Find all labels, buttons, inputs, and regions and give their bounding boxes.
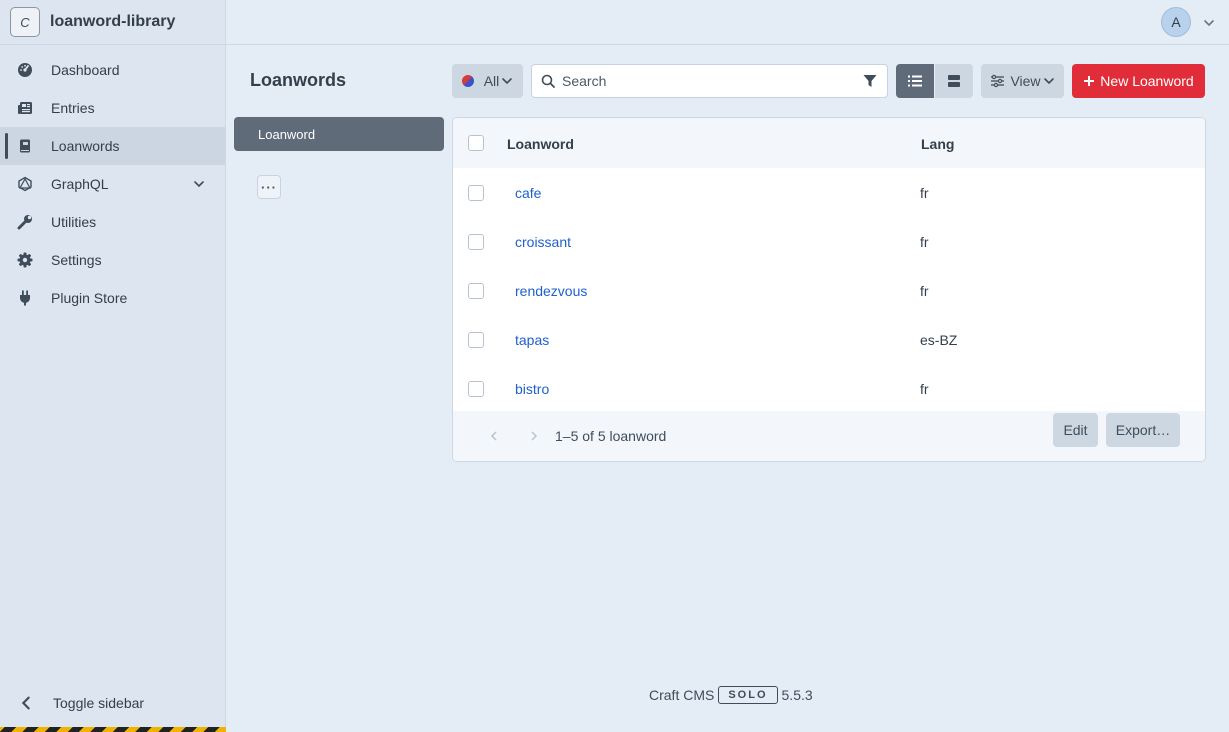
nav-item-settings[interactable]: Settings bbox=[0, 241, 225, 279]
chevron-down-icon[interactable] bbox=[1203, 16, 1215, 32]
edition-badge: SOLO bbox=[718, 686, 778, 704]
main-nav: Dashboard Entries Loanwords GraphQL Util… bbox=[0, 51, 225, 317]
site-icon bbox=[461, 75, 474, 87]
nav-label: Utilities bbox=[51, 214, 97, 230]
cms-footer: Craft CMS SOLO 5.5.3 bbox=[649, 686, 813, 704]
cards-icon bbox=[948, 75, 960, 87]
row-checkbox[interactable] bbox=[468, 185, 484, 201]
nav-label: Entries bbox=[51, 100, 95, 116]
nav-label: Plugin Store bbox=[51, 290, 128, 306]
table-row: cafe fr bbox=[453, 168, 1205, 217]
pagination-count: 1–5 of 5 loanword bbox=[555, 428, 667, 444]
list-icon bbox=[908, 75, 922, 87]
edit-label: Edit bbox=[1063, 422, 1088, 438]
nav-item-dashboard[interactable]: Dashboard bbox=[0, 51, 225, 89]
wrench-icon bbox=[16, 213, 34, 231]
entry-title-link[interactable]: croissant bbox=[515, 234, 571, 250]
view-menu-button[interactable]: View bbox=[981, 64, 1064, 98]
search-icon bbox=[541, 74, 555, 88]
dev-mode-stripe bbox=[0, 727, 226, 732]
gauge-icon bbox=[16, 61, 34, 79]
select-all-checkbox[interactable] bbox=[468, 135, 484, 151]
table-header: Loanword Lang bbox=[453, 118, 1205, 168]
filter-icon[interactable] bbox=[863, 74, 877, 91]
table-row: rendezvous fr bbox=[453, 266, 1205, 315]
user-avatar[interactable]: A bbox=[1161, 7, 1191, 37]
row-checkbox[interactable] bbox=[468, 332, 484, 348]
row-checkbox[interactable] bbox=[468, 381, 484, 397]
nav-item-loanwords[interactable]: Loanwords bbox=[0, 127, 225, 165]
column-header-loanword[interactable]: Loanword bbox=[507, 136, 574, 152]
edit-button[interactable]: Edit bbox=[1053, 413, 1098, 447]
nav-item-entries[interactable]: Entries bbox=[0, 89, 225, 127]
nav-item-plugin-store[interactable]: Plugin Store bbox=[0, 279, 225, 317]
chevron-down-icon bbox=[1043, 78, 1054, 85]
lang-cell: fr bbox=[920, 185, 929, 201]
column-header-lang[interactable]: Lang bbox=[921, 136, 954, 152]
top-bar: A bbox=[226, 0, 1229, 45]
lang-cell: fr bbox=[920, 381, 929, 397]
toggle-sidebar-label: Toggle sidebar bbox=[53, 695, 145, 711]
more-actions-button[interactable]: ··· bbox=[257, 175, 281, 199]
nav-label: Dashboard bbox=[51, 62, 120, 78]
cards-view-button[interactable] bbox=[935, 64, 973, 98]
plug-icon bbox=[16, 289, 34, 307]
site-name[interactable]: loanword-library bbox=[50, 13, 175, 31]
site-menu-label: All bbox=[483, 73, 500, 89]
elements-table: Loanword Lang cafe fr croissant fr rende… bbox=[452, 117, 1206, 462]
page-title: Loanwords bbox=[250, 70, 347, 90]
row-checkbox[interactable] bbox=[468, 234, 484, 250]
lang-cell: es-BZ bbox=[920, 332, 958, 348]
nav-item-utilities[interactable]: Utilities bbox=[0, 203, 225, 241]
entry-title-link[interactable]: rendezvous bbox=[515, 283, 587, 299]
nav-label: GraphQL bbox=[51, 176, 109, 192]
newspaper-icon bbox=[16, 99, 34, 117]
site-header: C loanword-library bbox=[0, 0, 225, 45]
chevron-left-icon bbox=[17, 694, 35, 712]
ellipsis-icon: ··· bbox=[261, 179, 277, 195]
nav-label: Loanwords bbox=[51, 138, 120, 154]
entry-title-link[interactable]: tapas bbox=[515, 332, 549, 348]
book-icon bbox=[16, 137, 34, 155]
gear-icon bbox=[16, 251, 34, 269]
source-label: Loanword bbox=[258, 126, 316, 142]
version-number: 5.5.3 bbox=[781, 687, 813, 703]
sliders-icon bbox=[991, 74, 1005, 88]
table-row: tapas es-BZ bbox=[453, 315, 1205, 364]
new-loanword-label: New Loanword bbox=[1100, 73, 1194, 89]
table-row: croissant fr bbox=[453, 217, 1205, 266]
export-label: Export… bbox=[1115, 422, 1171, 438]
table-footer: 1–5 of 5 loanword Edit Export… bbox=[453, 411, 1205, 461]
new-loanword-button[interactable]: New Loanword bbox=[1072, 64, 1205, 98]
sidebar: C loanword-library Dashboard Entries Loa… bbox=[0, 0, 226, 732]
site-logo-icon[interactable]: C bbox=[10, 7, 40, 37]
table-row: bistro fr bbox=[453, 364, 1205, 413]
entry-title-link[interactable]: cafe bbox=[515, 185, 541, 201]
chevron-down-icon bbox=[502, 78, 513, 85]
search-input[interactable] bbox=[562, 73, 852, 89]
view-menu-label: View bbox=[1010, 73, 1041, 89]
prev-page-icon[interactable] bbox=[489, 429, 499, 445]
plus-icon bbox=[1084, 76, 1095, 86]
source-item-loanword[interactable]: Loanword bbox=[234, 117, 444, 151]
entry-title-link[interactable]: bistro bbox=[515, 381, 549, 397]
export-button[interactable]: Export… bbox=[1106, 413, 1180, 447]
graphql-icon bbox=[16, 175, 34, 193]
site-menu-button[interactable]: All bbox=[452, 64, 523, 98]
nav-label: Settings bbox=[51, 252, 102, 268]
nav-item-graphql[interactable]: GraphQL bbox=[0, 165, 225, 203]
toggle-sidebar-button[interactable]: Toggle sidebar bbox=[0, 688, 225, 718]
table-view-button[interactable] bbox=[896, 64, 934, 98]
lang-cell: fr bbox=[920, 234, 929, 250]
next-page-icon[interactable] bbox=[529, 429, 539, 445]
chevron-down-icon[interactable] bbox=[193, 177, 205, 193]
row-checkbox[interactable] bbox=[468, 283, 484, 299]
product-name[interactable]: Craft CMS bbox=[649, 687, 714, 703]
search-box bbox=[531, 64, 888, 98]
lang-cell: fr bbox=[920, 283, 929, 299]
